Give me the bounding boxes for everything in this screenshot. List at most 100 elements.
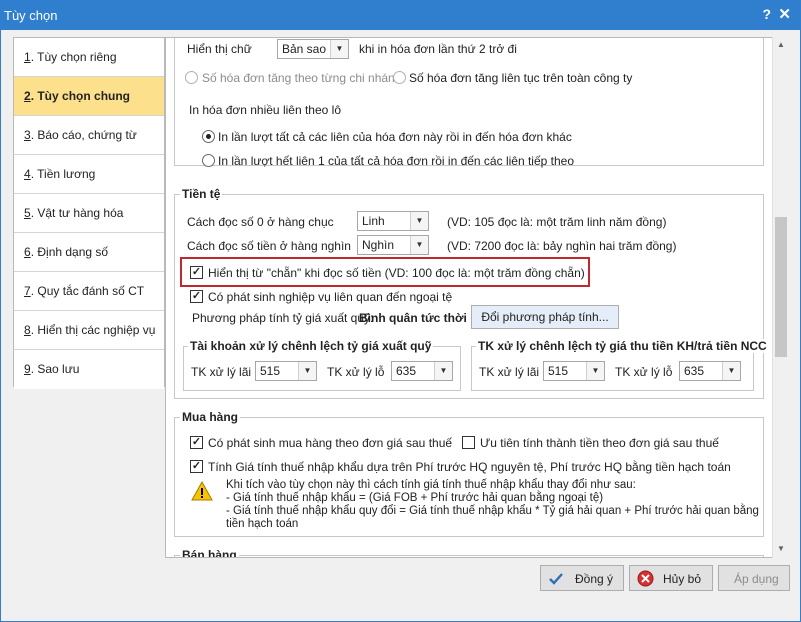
scroll-down-icon[interactable]: ▼: [773, 541, 789, 557]
chevron-down-icon: ▼: [586, 362, 604, 380]
chevron-down-icon: ▼: [434, 362, 452, 380]
zero-tens-select[interactable]: Linh ▼: [357, 211, 429, 231]
import-tax-checkbox[interactable]: ✓: [190, 460, 203, 473]
display-text-select[interactable]: Bản sao ▼: [277, 39, 349, 59]
warning-icon: [191, 481, 213, 501]
rate-method-label: Phương pháp tính tỷ giá xuất quỹ:: [192, 311, 374, 325]
sidebar-item-backup[interactable]: 9. Sao lưu: [14, 350, 164, 389]
priority-after-tax-label: Ưu tiên tính thành tiền theo đơn giá sau…: [480, 436, 719, 450]
sidebar-item-label: . Vật tư hàng hóa: [30, 206, 124, 220]
chevron-down-icon: ▼: [410, 236, 428, 254]
chevron-down-icon: ▼: [410, 212, 428, 230]
sales-group: [174, 555, 764, 557]
radio-invoice-by-branch-label: Số hóa đơn tăng theo từng chi nhánh: [202, 71, 402, 85]
diff-loss-label: TK xử lý lỗ: [327, 365, 385, 379]
sidebar-item-reports[interactable]: 3. Báo cáo, chứng từ: [14, 116, 164, 155]
display-label: Hiển thị chữ: [187, 42, 252, 56]
checkmark-icon: [549, 573, 563, 585]
sidebar-item-number: 6: [24, 245, 31, 259]
help-icon[interactable]: ?: [762, 6, 771, 22]
chevron-down-icon: ▼: [298, 362, 316, 380]
foreign-currency-checkbox[interactable]: ✓: [190, 290, 203, 303]
sidebar-item-label: . Sao lưu: [30, 362, 80, 376]
multi-print-label: In hóa đơn nhiều liên theo lô: [189, 103, 341, 117]
import-tax-note-1: Khi tích vào tùy chọn này thì cách tính …: [226, 479, 636, 491]
sidebar-item-number: 5: [24, 206, 31, 220]
thousands-select[interactable]: Nghìn ▼: [357, 235, 429, 255]
sidebar-item-materials[interactable]: 5. Vật tư hàng hóa: [14, 194, 164, 233]
apply-button-label: Áp dụng: [734, 572, 779, 586]
diff-loss-value: 635: [396, 364, 417, 378]
close-icon[interactable]: ✕: [778, 5, 791, 23]
show-chan-checkbox[interactable]: ✓: [190, 266, 203, 279]
chevron-down-icon: ▼: [330, 40, 348, 58]
cancel-icon: [637, 570, 654, 587]
scroll-up-icon[interactable]: ▲: [773, 37, 789, 53]
diff-gain-select[interactable]: 515 ▼: [255, 361, 317, 381]
sidebar-item-label: . Quy tắc đánh số CT: [30, 284, 145, 298]
sidebar-item-numbering-rules[interactable]: 7. Quy tắc đánh số CT: [14, 272, 164, 311]
priority-after-tax-checkbox[interactable]: [462, 436, 475, 449]
after-tax-label: Có phát sinh mua hàng theo đơn giá sau t…: [208, 436, 453, 450]
sidebar-item-label: . Tùy chọn riêng: [30, 50, 117, 64]
radio-print-each-invoice[interactable]: [202, 130, 215, 143]
thousands-example: (VD: 7200 đọc là: bảy nghìn hai trăm đồn…: [447, 239, 677, 253]
diff-gain-label: TK xử lý lãi: [191, 365, 252, 379]
sidebar-item-label: . Báo cáo, chứng từ: [30, 128, 137, 142]
ok-button[interactable]: Đồng ý: [540, 565, 624, 591]
thousands-label: Cách đọc số tiền ở hàng nghìn: [187, 239, 351, 253]
title-bar: Tùy chọn ? ✕: [0, 0, 801, 30]
options-panel: Hiển thị chữ Bản sao ▼ khi in hóa đơn lầ…: [165, 37, 773, 558]
sidebar-item-label: . Tùy chọn chung: [30, 89, 131, 103]
collect-account-group-title: TK xử lý chênh lệch tỷ giá thu tiền KH/t…: [476, 339, 769, 353]
thousands-value: Nghìn: [362, 238, 395, 252]
cancel-button[interactable]: Hủy bỏ: [629, 565, 713, 591]
sidebar-item-number: 2: [24, 89, 31, 103]
sidebar-item-number: 3: [24, 128, 31, 142]
collect-gain-select[interactable]: 515 ▼: [543, 361, 605, 381]
change-method-button[interactable]: Đổi phương pháp tính...: [471, 305, 619, 329]
scroll-thumb[interactable]: [775, 217, 787, 357]
show-chan-label: Hiển thị từ "chẵn" khi đọc số tiền (VD: …: [208, 266, 585, 280]
rate-method-value: Bình quân tức thời: [359, 311, 467, 325]
foreign-currency-label: Có phát sinh nghiệp vụ liên quan đến ngo…: [208, 290, 453, 304]
chevron-down-icon: ▼: [722, 362, 740, 380]
import-tax-label: Tính Giá tính thuế nhập khẩu dựa trên Ph…: [208, 460, 731, 474]
display-suffix: khi in hóa đơn lần thứ 2 trở đi: [359, 42, 517, 56]
sidebar-item-personal[interactable]: 1. Tùy chọn riêng: [14, 38, 164, 77]
diff-gain-value: 515: [260, 364, 281, 378]
apply-button[interactable]: Áp dụng: [718, 565, 790, 591]
display-text-value: Bản sao: [282, 42, 327, 56]
invoice-group: [174, 38, 764, 166]
radio-invoice-company[interactable]: [393, 71, 406, 84]
sidebar-item-salary[interactable]: 4. Tiền lương: [14, 155, 164, 194]
zero-tens-example: (VD: 105 đọc là: một trăm linh năm đồng): [447, 215, 667, 229]
vertical-scrollbar[interactable]: ▲ ▼: [772, 37, 789, 558]
sidebar-item-label: . Tiền lương: [30, 167, 96, 181]
import-tax-note-4: tiền hạch toán: [226, 518, 299, 530]
sidebar-item-label: . Hiển thị các nghiệp vụ: [30, 323, 156, 337]
sidebar-item-number-format[interactable]: 6. Định dạng số: [14, 233, 164, 272]
collect-loss-value: 635: [684, 364, 705, 378]
import-tax-note-3: - Giá tính thuế nhập khẩu quy đổi = Giá …: [226, 505, 759, 517]
sidebar-item-general[interactable]: 2. Tùy chọn chung: [14, 77, 164, 116]
window-title: Tùy chọn: [4, 8, 58, 23]
purchase-group-title: Mua hàng: [180, 410, 240, 424]
import-tax-note-2: - Giá tính thuế nhập khẩu = (Giá FOB + P…: [226, 492, 604, 504]
radio-invoice-by-branch[interactable]: [185, 71, 198, 84]
zero-tens-label: Cách đọc số 0 ở hàng chục: [187, 215, 334, 229]
collect-loss-select[interactable]: 635 ▼: [679, 361, 741, 381]
sidebar-item-number: 9: [24, 362, 31, 376]
collect-gain-value: 515: [548, 364, 569, 378]
currency-group-title: Tiền tệ: [180, 187, 223, 201]
sidebar-item-label: . Định dạng số: [30, 245, 109, 259]
zero-tens-value: Linh: [362, 214, 385, 228]
collect-loss-label: TK xử lý lỗ: [615, 365, 673, 379]
sidebar-item-number: 7: [24, 284, 31, 298]
after-tax-checkbox[interactable]: ✓: [190, 436, 203, 449]
radio-print-all-first[interactable]: [202, 154, 215, 167]
sidebar-item-number: 8: [24, 323, 31, 337]
sidebar-item-operations[interactable]: 8. Hiển thị các nghiệp vụ: [14, 311, 164, 350]
diff-loss-select[interactable]: 635 ▼: [391, 361, 453, 381]
sidebar-item-number: 4: [24, 167, 31, 181]
